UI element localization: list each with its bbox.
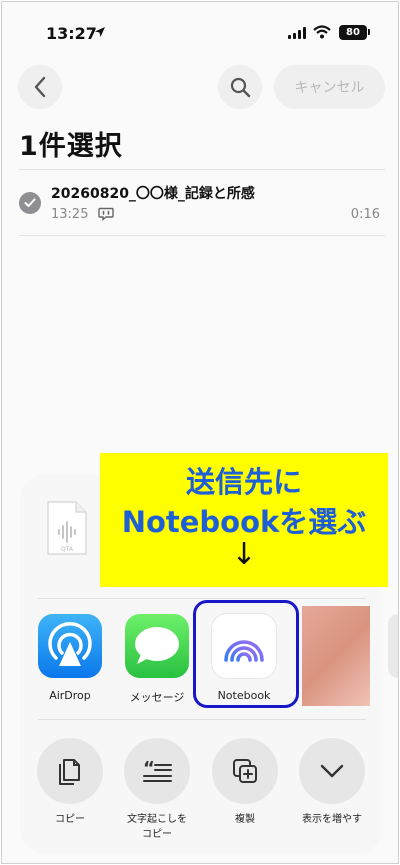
copy-transcript-button[interactable]: “ (124, 738, 190, 804)
messages-app-button[interactable] (125, 614, 189, 678)
banner-line-2: Notebookを選ぶ (121, 505, 367, 539)
search-icon (230, 77, 251, 98)
recording-duration: 0:16 (350, 207, 380, 222)
duplicate-button[interactable] (212, 738, 278, 804)
messages-icon (135, 627, 179, 664)
instruction-banner: 送信先に Notebookを選ぶ ↓ (100, 453, 388, 587)
divider (19, 169, 385, 170)
down-arrow-icon: ↓ (231, 537, 257, 572)
wifi-icon (313, 25, 331, 39)
cancel-button[interactable]: キャンセル (274, 65, 385, 109)
show-more-label: 表示を増やす (302, 814, 362, 825)
show-more-button[interactable] (299, 738, 365, 804)
chevron-left-icon (34, 76, 46, 98)
audio-file-icon: QTA (47, 501, 87, 555)
back-button[interactable] (18, 65, 62, 109)
sheet-divider (38, 598, 366, 599)
copy-icon (59, 759, 80, 785)
checkmark-icon[interactable] (19, 192, 41, 214)
status-time: 13:27 (46, 24, 97, 43)
copy-transcript-label: 文字起こしを コピー (127, 814, 187, 840)
quote-text-icon: “ (143, 758, 172, 782)
file-type-label: QTA (61, 546, 74, 553)
page-title: 1件選択 (19, 131, 123, 162)
copy-button[interactable] (37, 738, 103, 804)
duplicate-icon (233, 759, 257, 783)
banner-line-1: 送信先に (185, 465, 302, 499)
chevron-down-icon (320, 764, 344, 778)
next-app-tile[interactable] (388, 614, 398, 678)
airdrop-label: AirDrop (49, 689, 91, 702)
copy-label: コピー (55, 814, 85, 825)
battery-indicator: 80 (339, 25, 367, 40)
battery-tip (368, 29, 370, 35)
search-button[interactable] (218, 65, 262, 109)
pixelated-contact-tile[interactable] (302, 606, 370, 706)
airdrop-icon (48, 621, 92, 666)
duplicate-label: 複製 (235, 814, 255, 825)
messages-label: メッセージ (129, 691, 185, 704)
transcript-bubble-icon (98, 207, 114, 221)
cellular-signal-icon (288, 27, 306, 39)
location-arrow-icon (95, 27, 105, 37)
notebook-highlight-frame (193, 600, 299, 708)
recording-title[interactable]: 20260820_〇〇様_記録と所感 (51, 183, 255, 203)
screen: 13:27 80 キャンセル 1件選択 20260820_〇〇様_記録と所感 1… (1, 1, 399, 864)
airdrop-app-button[interactable] (38, 614, 102, 678)
sheet-divider (38, 719, 366, 720)
recording-time: 13:25 (51, 207, 89, 222)
divider (19, 235, 385, 236)
